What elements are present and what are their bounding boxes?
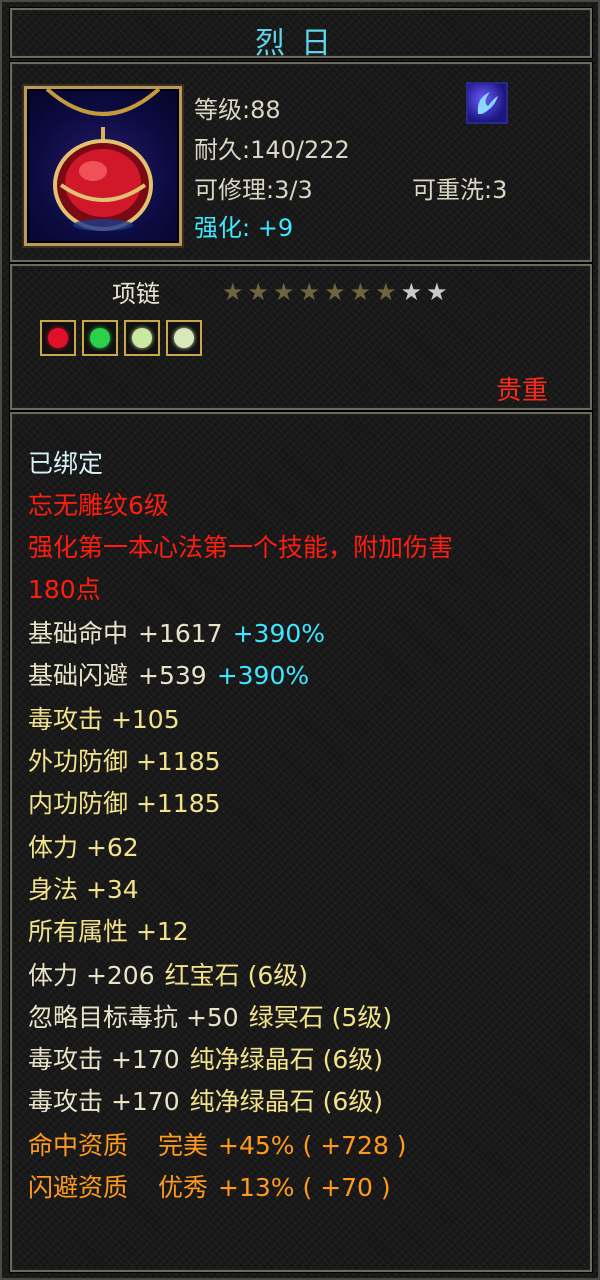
gem-bonus-row: 毒攻击 +170 纯净绿晶石 (6级)	[28, 1082, 383, 1118]
engrave-name: 忘无雕纹6级	[28, 491, 169, 520]
skill-icon[interactable]	[466, 82, 508, 124]
stat-percent: +390%	[232, 619, 326, 648]
engrave-effect-line2: 180点	[28, 575, 101, 604]
stat-stamina: 体力 +62	[28, 833, 139, 862]
aptitude-hit: 命中资质 完美 +45% ( +728 )	[28, 1126, 407, 1162]
star-filled-icon: ★	[273, 278, 295, 306]
star-filled-icon: ★	[349, 278, 372, 306]
star-filled-icon: ★	[298, 278, 321, 306]
stat-percent: +390%	[216, 661, 310, 690]
gem-bonus-row: 毒攻击 +170 纯净绿晶石 (6级)	[28, 1040, 383, 1076]
ruby-gem-icon[interactable]	[40, 320, 76, 356]
gem-sockets	[40, 320, 202, 356]
gem-name: 绿冥石 (5级)	[248, 1003, 393, 1032]
stat-value: +1617	[138, 619, 223, 648]
aptitude-dodge: 闪避资质 优秀 +13% ( +70 )	[28, 1168, 391, 1204]
item-rewash-count: 可重洗:3	[412, 176, 508, 204]
aptitude-label: 命中资质	[28, 1131, 129, 1160]
gem-bonus: 忽略目标毒抗 +50	[28, 1003, 239, 1032]
stat-poison-attack: 毒攻击 +105	[28, 705, 180, 734]
gem-bonus-row: 体力 +206 红宝石 (6级)	[28, 956, 308, 992]
stat-label: 基础命中	[28, 619, 129, 648]
star-filled-icon: ★	[375, 278, 397, 306]
jade-gem-icon[interactable]	[124, 320, 160, 356]
aptitude-grade: 完美	[158, 1131, 209, 1160]
stat-inner-defense: 内功防御 +1185	[28, 789, 221, 818]
stat-agility: 身法 +34	[28, 875, 139, 904]
aptitude-value: +45% ( +728 )	[218, 1131, 407, 1160]
gem-bonus: 毒攻击 +170	[28, 1087, 180, 1116]
stat-value: +539	[138, 661, 207, 690]
stat-all-attributes: 所有属性 +12	[28, 917, 189, 946]
stat-base-hit: 基础命中 +1617 +390%	[28, 614, 325, 650]
item-type: 项链	[112, 280, 160, 308]
title-panel: 烈日	[10, 8, 592, 61]
item-name: 烈日	[255, 26, 347, 61]
star-empty-icon: ★	[400, 278, 423, 306]
gem-bonus-row: 忽略目标毒抗 +50 绿冥石 (5级)	[28, 998, 392, 1034]
item-enhance-level: 强化: +9	[194, 214, 294, 242]
star-filled-icon: ★	[324, 278, 346, 306]
item-level: 等级:88	[194, 96, 281, 124]
necklace-icon[interactable]	[24, 86, 182, 246]
stat-outer-defense: 外功防御 +1185	[28, 747, 221, 776]
green-gem-icon[interactable]	[82, 320, 118, 356]
gem-name: 红宝石 (6级)	[164, 961, 308, 990]
stat-base-dodge: 基础闪避 +539 +390%	[28, 656, 309, 692]
stat-label: 基础闪避	[28, 661, 129, 690]
gem-bonus: 体力 +206	[28, 961, 155, 990]
item-durability: 耐久:140/222	[194, 136, 350, 164]
aptitude-grade: 优秀	[158, 1173, 209, 1202]
aptitude-label: 闪避资质	[28, 1173, 129, 1202]
bound-status: 已绑定	[28, 449, 104, 478]
item-repair-count: 可修理:3/3	[194, 176, 313, 204]
star-filled-icon: ★	[222, 278, 244, 306]
aptitude-value: +13% ( +70 )	[218, 1173, 391, 1202]
star-filled-icon: ★	[247, 278, 270, 306]
gem-name: 纯净绿晶石 (6级)	[189, 1087, 383, 1116]
gem-name: 纯净绿晶石 (6级)	[189, 1045, 383, 1074]
star-rating: ★ ★ ★ ★ ★ ★ ★ ★ ★	[222, 280, 448, 304]
star-empty-icon: ★	[426, 278, 448, 306]
item-rarity: 贵重	[496, 376, 549, 406]
item-tooltip: 烈日 等级:88 耐久:140/222 可修理:3/3 可重洗:3 强化: +9…	[0, 0, 600, 1280]
jade-gem-icon[interactable]	[166, 320, 202, 356]
gem-bonus: 毒攻击 +170	[28, 1045, 180, 1074]
engrave-effect-line1: 强化第一本心法第一个技能，附加伤害	[28, 533, 454, 562]
